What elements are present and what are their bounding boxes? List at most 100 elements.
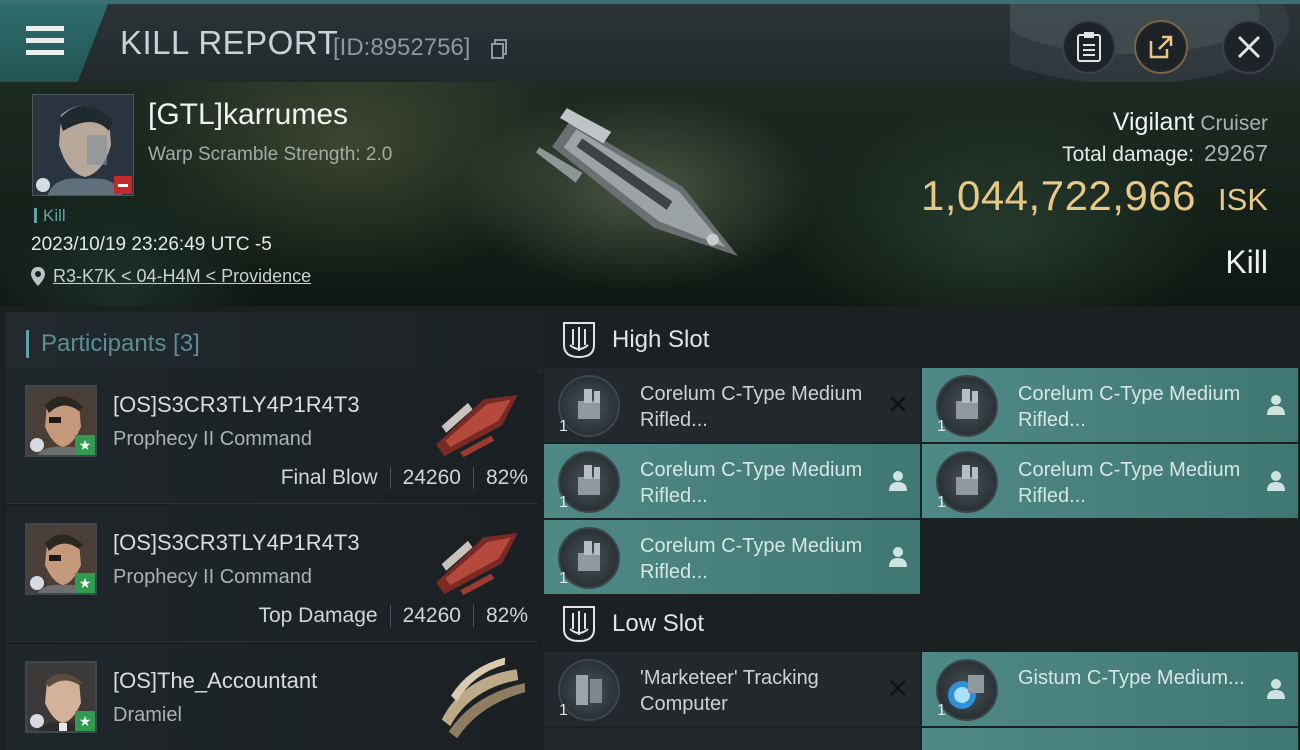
ally-star-icon: ★ <box>75 573 95 593</box>
module-quantity: 1 <box>559 702 568 719</box>
participant-damage: 24260 <box>402 604 461 627</box>
victim-portrait[interactable] <box>32 94 134 196</box>
hostile-badge <box>114 176 132 194</box>
module-quantity: 1 <box>559 418 568 435</box>
module-item[interactable]: 1 'Marketeer' Tracking Computer <box>544 652 920 726</box>
module-item[interactable]: 1 Corelum C-Type Medium Rifled... <box>544 520 920 594</box>
page-title: KILL REPORT <box>120 24 339 61</box>
close-button[interactable] <box>1222 20 1276 74</box>
module-name: Corelum C-Type Medium Rifled... <box>1018 459 1241 507</box>
module-item[interactable]: 1 Corelum C-Type Medium Rifled... <box>544 444 920 518</box>
person-icon <box>889 471 907 491</box>
corp-icon <box>36 178 50 192</box>
person-icon <box>1267 471 1285 491</box>
module-name: Gistum C-Type Medium... <box>1018 667 1245 689</box>
module-item[interactable]: 1 Corelum C-Type Medium Rifled... <box>922 368 1298 442</box>
clipboard-icon <box>1077 32 1101 62</box>
module-item-partial[interactable] <box>544 728 920 750</box>
participant-card[interactable]: ★ [OS]The_Accountant Dramiel <box>6 644 538 750</box>
isk-value: 1,044,722,966 <box>920 172 1197 219</box>
location-link[interactable]: R3-K7K < 04-H4M < Providence <box>53 266 311 287</box>
module-quantity: 1 <box>937 494 946 511</box>
destroyed-x-icon <box>890 396 906 412</box>
low-slot-header: Low Slot <box>542 594 1300 654</box>
fitting-panel: High Slot 1 Corelum C-Type Medium Rifled… <box>542 306 1300 750</box>
participants-panel: Participants [3] ★ [OS]S3CR3TLY4P1R4T3 P… <box>0 306 542 750</box>
module-quantity: 1 <box>937 702 946 719</box>
participant-avatar: ★ <box>25 523 97 595</box>
total-damage-label: Total damage: <box>1062 143 1195 166</box>
participant-stats: Top Damage 24260 82% <box>258 604 528 628</box>
participant-avatar: ★ <box>25 385 97 457</box>
participant-damage: 24260 <box>402 466 461 489</box>
share-icon <box>1149 35 1173 59</box>
module-item-partial[interactable] <box>922 728 1298 750</box>
divider <box>389 605 391 627</box>
person-icon <box>1267 679 1285 699</box>
corp-icon <box>30 714 44 728</box>
kill-tag: Kill <box>34 206 66 226</box>
module-item[interactable]: 1 Gistum C-Type Medium... <box>922 652 1298 726</box>
divider <box>472 467 474 489</box>
ship-class: Cruiser <box>1200 112 1268 135</box>
isk-loss: 1,044,722,966 ISK <box>921 172 1268 220</box>
participant-role: Top Damage <box>258 604 378 627</box>
warp-scramble-strength: Warp Scramble Strength: 2.0 <box>148 144 393 165</box>
share-button[interactable] <box>1134 20 1188 74</box>
report-id: [ID:8952756] <box>333 34 471 61</box>
close-icon <box>1237 35 1261 59</box>
participant-percent: 82% <box>485 604 528 627</box>
module-name: Corelum C-Type Medium Rifled... <box>640 383 863 431</box>
module-name: 'Marketeer' Tracking Computer <box>640 667 819 715</box>
corp-icon <box>30 576 44 590</box>
participant-percent: 82% <box>485 466 528 489</box>
kill-location[interactable]: R3-K7K < 04-H4M < Providence <box>31 266 311 287</box>
module-quantity: 1 <box>937 418 946 435</box>
clipboard-button[interactable] <box>1062 20 1116 74</box>
low-slot-label: Low Slot <box>612 610 705 637</box>
top-bar: KILL REPORT [ID:8952756] <box>0 0 1300 84</box>
victim-ship-type: Vigilant Cruiser <box>1113 108 1268 137</box>
victim-name[interactable]: [GTL]karrumes <box>148 98 348 132</box>
participant-card[interactable]: ★ [OS]S3CR3TLY4P1R4T3 Prophecy II Comman… <box>6 506 538 642</box>
participant-name[interactable]: [OS]S3CR3TLY4P1R4T3 <box>113 392 360 418</box>
participant-role: Final Blow <box>280 466 378 489</box>
ship-name[interactable]: Vigilant <box>1113 108 1195 136</box>
copy-icon[interactable] <box>491 39 507 59</box>
participant-name[interactable]: [OS]S3CR3TLY4P1R4T3 <box>113 530 360 556</box>
participants-header: Participants [3] <box>6 312 542 372</box>
module-item[interactable]: 1 Corelum C-Type Medium Rifled... <box>544 368 920 442</box>
participant-ship-image <box>436 533 518 596</box>
participant-ship: Prophecy II Command <box>113 566 312 588</box>
participant-name[interactable]: [OS]The_Accountant <box>113 668 317 694</box>
divider <box>389 467 391 489</box>
location-pin-icon <box>31 267 45 286</box>
isk-unit: ISK <box>1218 182 1268 217</box>
module-name: Corelum C-Type Medium Rifled... <box>1018 383 1241 431</box>
ally-star-icon: ★ <box>75 435 95 455</box>
hamburger-icon <box>26 26 64 55</box>
participant-ship: Prophecy II Command <box>113 428 312 450</box>
participant-card[interactable]: ★ [OS]S3CR3TLY4P1R4T3 Prophecy II Comman… <box>6 368 538 504</box>
victim-summary: [GTL]karrumes Warp Scramble Strength: 2.… <box>0 82 1300 306</box>
menu-button[interactable] <box>0 4 108 82</box>
high-slot-icon <box>563 322 595 359</box>
module-item[interactable]: 1 Corelum C-Type Medium Rifled... <box>922 444 1298 518</box>
total-damage-value: 29267 <box>1204 140 1268 166</box>
participant-ship: Dramiel <box>113 704 182 726</box>
destroyed-x-icon <box>890 680 906 696</box>
corp-icon <box>30 438 44 452</box>
low-slot-icon <box>563 606 595 643</box>
ally-star-icon: ★ <box>75 711 95 731</box>
victim-ship-image <box>535 108 738 256</box>
participant-ship-image <box>441 657 526 739</box>
participant-avatar: ★ <box>25 661 97 733</box>
total-damage: Total damage: 29267 <box>1062 140 1268 167</box>
module-name: Corelum C-Type Medium Rifled... <box>640 535 863 583</box>
participants-label: Participants [3] <box>26 330 200 358</box>
module-name: Corelum C-Type Medium Rifled... <box>640 459 863 507</box>
module-quantity: 1 <box>559 494 568 511</box>
high-slot-header: High Slot <box>542 310 1300 370</box>
person-icon <box>889 547 907 567</box>
high-slot-label: High Slot <box>612 326 710 353</box>
